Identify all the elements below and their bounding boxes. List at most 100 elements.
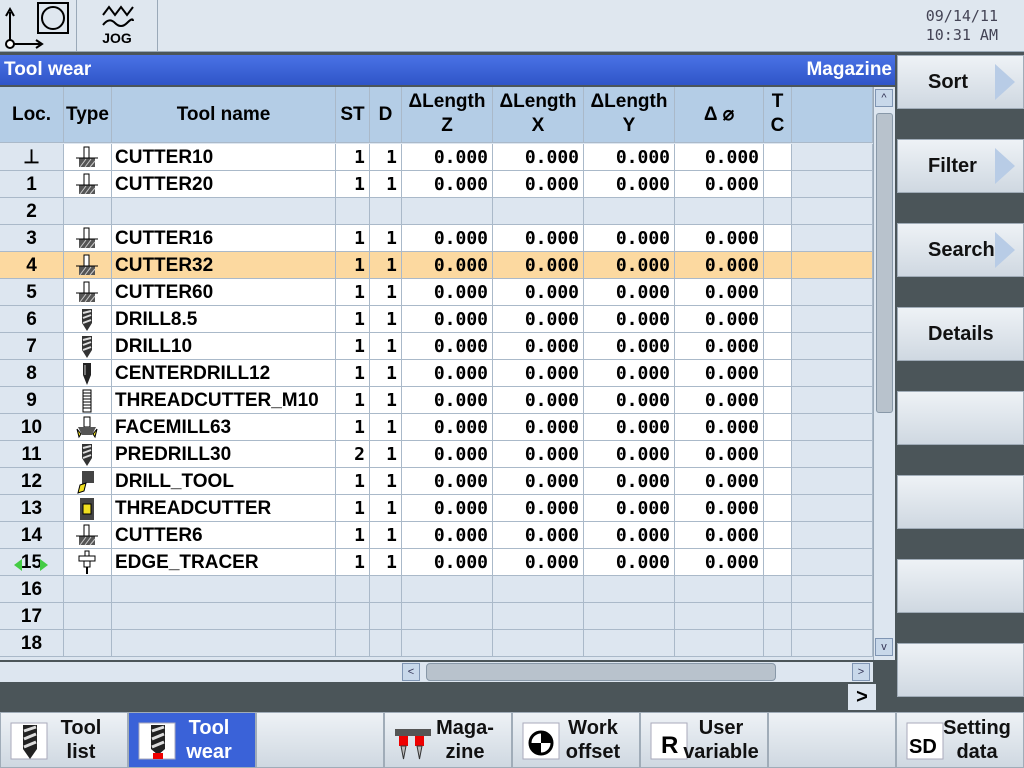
cell-loc: 13 [0, 495, 64, 522]
softkey-label: offset [565, 741, 621, 763]
table-row[interactable]: 2 [0, 198, 873, 225]
cell-d: 1 [370, 522, 402, 549]
header-line: C [770, 115, 785, 136]
scroll-left-button[interactable]: < [402, 663, 420, 681]
cell-d [370, 576, 402, 603]
table-row[interactable]: 5 CUTTER60 1 1 0.000 0.000 0.000 0.000 [0, 279, 873, 306]
softkey-setting-data[interactable]: SD Setting data [896, 712, 1024, 768]
header-tc[interactable]: TC [764, 87, 792, 143]
date: 09/14/11 [925, 7, 998, 25]
header-dia[interactable]: Δ ⌀ [675, 87, 764, 143]
cell-dia: 0.000 [675, 333, 764, 360]
vertical-scroll-thumb[interactable] [876, 113, 893, 413]
cell-y [584, 576, 675, 603]
cell-d: 1 [370, 414, 402, 441]
softkey-tool-list[interactable]: Tool list [0, 712, 128, 768]
softkey-label: Maga- [436, 717, 494, 739]
softkey-empty-8[interactable] [897, 643, 1024, 697]
cell-loc: ⊥ [0, 144, 64, 171]
cell-type [64, 225, 112, 252]
header-z[interactable]: ΔLength Z [402, 87, 493, 143]
header-st[interactable]: ST [336, 87, 370, 143]
softkey-details[interactable]: Details [897, 307, 1024, 361]
cell-type [64, 360, 112, 387]
table-row[interactable]: 6 DRILL8.5 1 1 0.000 0.000 0.000 0.000 [0, 306, 873, 333]
cell-blank [792, 360, 873, 387]
softkey-tool-wear[interactable]: Tool wear [128, 712, 256, 768]
cell-loc: 10 [0, 414, 64, 441]
cell-z: 0.000 [402, 360, 493, 387]
softkey-search[interactable]: Search [897, 223, 1024, 277]
table-row[interactable]: 10 FACEMILL63 1 1 0.000 0.000 0.000 0.000 [0, 414, 873, 441]
cell-st: 1 [336, 171, 370, 198]
vertical-scrollbar[interactable]: ^ v [873, 87, 895, 660]
scroll-up-button[interactable]: ^ [875, 89, 893, 107]
softkey-label: list [66, 741, 96, 763]
cell-name: DRILL8.5 [112, 306, 336, 333]
header-loc[interactable]: Loc. [0, 87, 64, 143]
cell-type [64, 333, 112, 360]
cell-x [493, 576, 584, 603]
header-type[interactable]: Type [64, 87, 112, 143]
table-row[interactable]: 15 EDGE_TRACER 1 1 0.000 0.000 0.000 0.000 [0, 549, 873, 576]
header-d[interactable]: D [370, 87, 402, 143]
header-line: ΔLength [408, 91, 486, 112]
cell-dia: 0.000 [675, 495, 764, 522]
scroll-down-button[interactable]: v [875, 638, 893, 656]
cell-dia: 0.000 [675, 441, 764, 468]
drill-tool-icon [82, 336, 92, 358]
horizontal-scroll-thumb[interactable] [426, 663, 776, 681]
table-row[interactable]: ⊥ CUTTER10 1 1 0.000 0.000 0.000 0.000 [0, 144, 873, 171]
table-row[interactable]: 12 DRILL_TOOL 1 1 0.000 0.000 0.000 0.000 [0, 468, 873, 495]
softkey-empty-5[interactable] [897, 391, 1024, 445]
table-row[interactable]: 14 CUTTER6 1 1 0.000 0.000 0.000 0.000 [0, 522, 873, 549]
softkey-user-variable[interactable]: R User variable [640, 712, 768, 768]
cell-name: DRILL10 [112, 333, 336, 360]
table-row[interactable]: 4 CUTTER32 1 1 0.000 0.000 0.000 0.000 [0, 252, 873, 279]
cell-type [64, 306, 112, 333]
cell-name: CUTTER10 [112, 144, 336, 171]
cell-st: 1 [336, 387, 370, 414]
cell-y: 0.000 [584, 387, 675, 414]
machine-area-button[interactable] [0, 0, 77, 52]
softkey-empty-6[interactable] [897, 475, 1024, 529]
cell-name [112, 603, 336, 630]
header-y[interactable]: ΔLength Y [584, 87, 675, 143]
cell-tc [764, 576, 792, 603]
cell-tc [764, 333, 792, 360]
header-name[interactable]: Tool name [112, 87, 336, 143]
scroll-right-button[interactable]: > [852, 663, 870, 681]
cell-blank [792, 522, 873, 549]
table-row[interactable]: 9 THREADCUTTER_M10 1 1 0.000 0.000 0.000 0.000 [0, 387, 873, 414]
table-row[interactable]: 8 CENTERDRILL12 1 1 0.000 0.000 0.000 0.000 [0, 360, 873, 387]
table-row[interactable]: 16 [0, 576, 873, 603]
softkey-filter[interactable]: Filter [897, 139, 1024, 193]
softkey-empty-7[interactable] [768, 712, 896, 768]
table-row[interactable]: 1 CUTTER20 1 1 0.000 0.000 0.000 0.000 [0, 171, 873, 198]
softkey-empty-7[interactable] [897, 559, 1024, 613]
table-row[interactable]: 11 PREDRILL30 2 1 0.000 0.000 0.000 0.000 [0, 441, 873, 468]
cell-name: FACEMILL63 [112, 414, 336, 441]
cell-st: 1 [336, 306, 370, 333]
softkey-empty-3[interactable] [256, 712, 384, 768]
more-button[interactable]: > [848, 684, 876, 710]
drill-tool-icon [82, 444, 92, 466]
header-x[interactable]: ΔLength X [493, 87, 584, 143]
header-line: Y [622, 115, 636, 136]
cell-loc: 7 [0, 333, 64, 360]
softkey-label: Tool [188, 717, 230, 739]
cell-x: 0.000 [493, 495, 584, 522]
table-row[interactable]: 7 DRILL10 1 1 0.000 0.000 0.000 0.000 [0, 333, 873, 360]
table-row[interactable]: 18 [0, 630, 873, 657]
softkey-work-offset[interactable]: Work offset [512, 712, 640, 768]
cell-type [64, 171, 112, 198]
cell-d: 1 [370, 171, 402, 198]
horizontal-scrollbar[interactable]: < > [0, 662, 873, 682]
softkey-sort[interactable]: Sort [897, 55, 1024, 109]
header-line: Z [441, 115, 453, 136]
table-row[interactable]: 13 THREADCUTTER 1 1 0.000 0.000 0.000 0.000 [0, 495, 873, 522]
table-row[interactable]: 17 [0, 603, 873, 630]
table-row[interactable]: 3 CUTTER16 1 1 0.000 0.000 0.000 0.000 [0, 225, 873, 252]
softkey-maga-zine[interactable]: Maga-zine [384, 712, 512, 768]
softkey-label: Search [928, 239, 995, 261]
